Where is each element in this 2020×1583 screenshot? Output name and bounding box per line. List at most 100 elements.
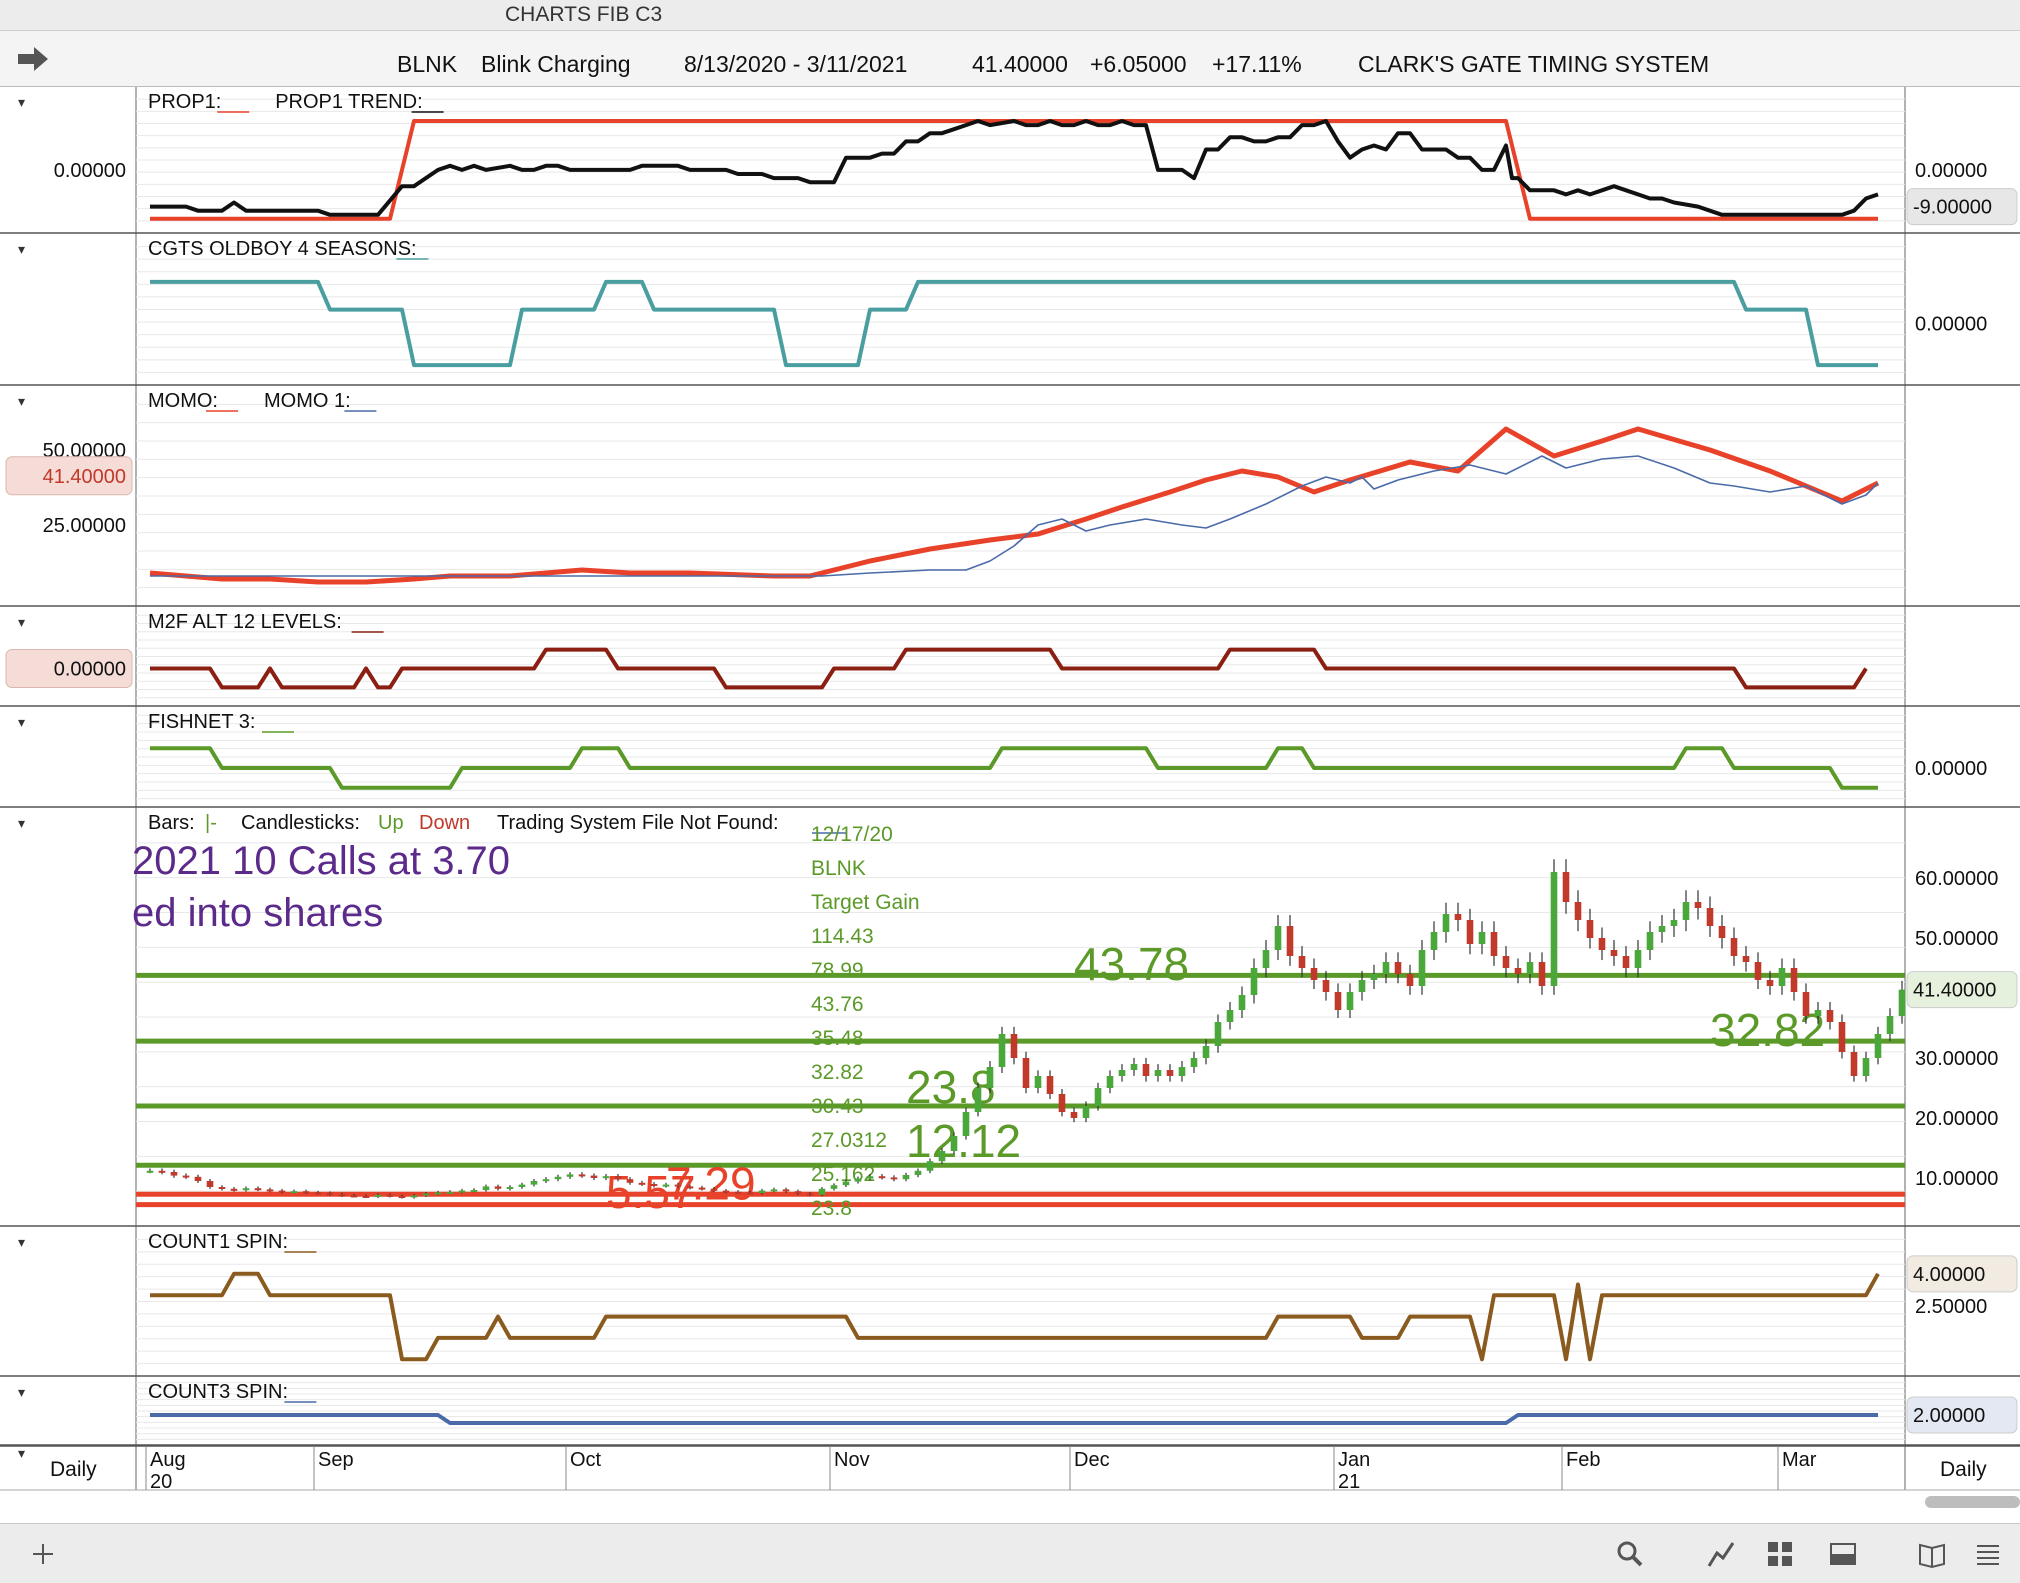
candle-body	[182, 1175, 190, 1178]
left-axis-label: 0.00000	[54, 160, 126, 182]
candle-body	[542, 1179, 550, 1182]
candle-body	[794, 1191, 802, 1194]
x-axis-month-label: Mar	[1782, 1449, 1817, 1471]
candle-body	[1286, 926, 1294, 956]
window-title: CHARTS FIB C3	[505, 3, 663, 26]
candle-body	[638, 1182, 646, 1185]
right-value-badge-label: -9.00000	[1913, 197, 1992, 219]
candle-body	[302, 1191, 310, 1194]
x-axis-month-label: Nov	[834, 1449, 870, 1471]
price-change: +6.05000	[1090, 51, 1187, 77]
candle-body	[962, 1112, 970, 1136]
horizontal-scrollbar[interactable]	[1925, 1496, 2020, 1508]
candle-body	[1178, 1067, 1186, 1076]
candle-body	[1718, 926, 1726, 938]
candle-body	[1106, 1076, 1114, 1088]
candle-body	[1694, 902, 1702, 908]
candle-body	[698, 1187, 706, 1190]
left-axis-label: 25.00000	[43, 515, 126, 537]
candle-body	[782, 1189, 790, 1192]
candle-body	[506, 1187, 514, 1189]
legend-candlesticks: Candlesticks:	[241, 812, 360, 834]
candle-body	[1046, 1076, 1054, 1094]
level-big-label: 7.29	[666, 1158, 756, 1210]
candle-body	[374, 1194, 382, 1197]
candle-body	[1838, 1022, 1846, 1052]
candle-body	[146, 1170, 154, 1173]
legend-label: M2F ALT 12 LEVELS:	[148, 611, 342, 633]
x-axis-year-label: 20	[150, 1471, 172, 1493]
candle-body	[1370, 974, 1378, 980]
symbol: BLNK	[397, 51, 458, 77]
legend-up: Up	[378, 812, 404, 834]
candle-body	[1058, 1094, 1066, 1112]
panel-layout-icon[interactable]	[1828, 1539, 1858, 1569]
right-axis-label: 0.00000	[1915, 314, 1987, 336]
candle-body	[710, 1188, 718, 1191]
candle-body	[1166, 1070, 1174, 1076]
add-icon[interactable]	[28, 1539, 58, 1569]
system-name: CLARK'S GATE TIMING SYSTEM	[1358, 51, 1710, 77]
candle-body	[170, 1172, 178, 1176]
search-icon[interactable]	[1615, 1539, 1645, 1569]
candle-body	[1466, 920, 1474, 944]
candle-body	[674, 1184, 682, 1187]
chart-line-icon[interactable]	[1706, 1539, 1736, 1569]
candle-body	[1670, 920, 1678, 926]
candle-body	[242, 1188, 250, 1191]
target-box-line: BLNK	[811, 857, 866, 880]
candle-body	[230, 1188, 238, 1191]
candle-body	[1202, 1046, 1210, 1058]
right-value-badge-label: 4.00000	[1913, 1264, 1985, 1286]
target-box-line: 12/17/20	[811, 823, 893, 846]
candle-body	[974, 1088, 982, 1112]
candle-body	[1478, 932, 1486, 944]
annotation-line-1: 2021 10 Calls at 3.70	[132, 839, 510, 883]
grid-icon[interactable]	[1765, 1539, 1795, 1569]
candle-body	[854, 1178, 862, 1182]
candle-body	[254, 1188, 262, 1191]
x-axis-month-label: Jan	[1338, 1449, 1370, 1471]
candle-body	[1790, 968, 1798, 992]
menu-icon[interactable]	[1973, 1539, 2003, 1569]
candle-body	[1394, 962, 1402, 974]
candle-body	[1298, 956, 1306, 968]
candle-body	[1430, 932, 1438, 950]
forward-arrow-icon[interactable]	[16, 45, 50, 73]
right-axis-label: 10.00000	[1915, 1168, 1998, 1190]
legend-bars-symbol: |-	[205, 812, 217, 834]
timeframe-right: Daily	[1940, 1458, 1987, 1481]
right-axis-label: 50.00000	[1915, 928, 1998, 950]
target-box-line: 114.43	[811, 925, 874, 948]
candle-body	[866, 1176, 874, 1179]
candle-body	[1142, 1064, 1150, 1076]
candle-body	[158, 1170, 166, 1173]
candle-body	[1454, 914, 1462, 920]
candle-body	[1190, 1058, 1198, 1067]
candle-body	[1118, 1070, 1126, 1076]
candle-body	[1622, 956, 1630, 968]
candle-body	[1346, 992, 1354, 1010]
candle-body	[1562, 872, 1570, 902]
legend-trading-system: Trading System File Not Found:	[497, 812, 779, 834]
legend-label: FISHNET 3:	[148, 711, 255, 733]
right-axis-label: 60.00000	[1915, 868, 1998, 890]
target-box-line: 78.99	[811, 959, 864, 982]
candle-body	[1874, 1034, 1882, 1058]
candle-body	[890, 1177, 898, 1180]
series-line-momo	[149, 426, 1880, 585]
book-icon[interactable]	[1917, 1539, 1947, 1569]
x-axis-month-label: Sep	[318, 1449, 354, 1471]
candle-body	[914, 1170, 922, 1175]
candle-body	[1658, 926, 1666, 932]
candle-body	[998, 1034, 1006, 1067]
candle-body	[362, 1196, 370, 1198]
candle-body	[986, 1067, 994, 1088]
candle-body	[1598, 938, 1606, 950]
legend-label: PROP1 TREND:	[275, 91, 422, 113]
candle-body	[482, 1186, 490, 1190]
candle-body	[290, 1191, 298, 1194]
candle-body	[1730, 938, 1738, 956]
candle-body	[1070, 1112, 1078, 1118]
legend-label: PROP1:	[148, 91, 221, 113]
